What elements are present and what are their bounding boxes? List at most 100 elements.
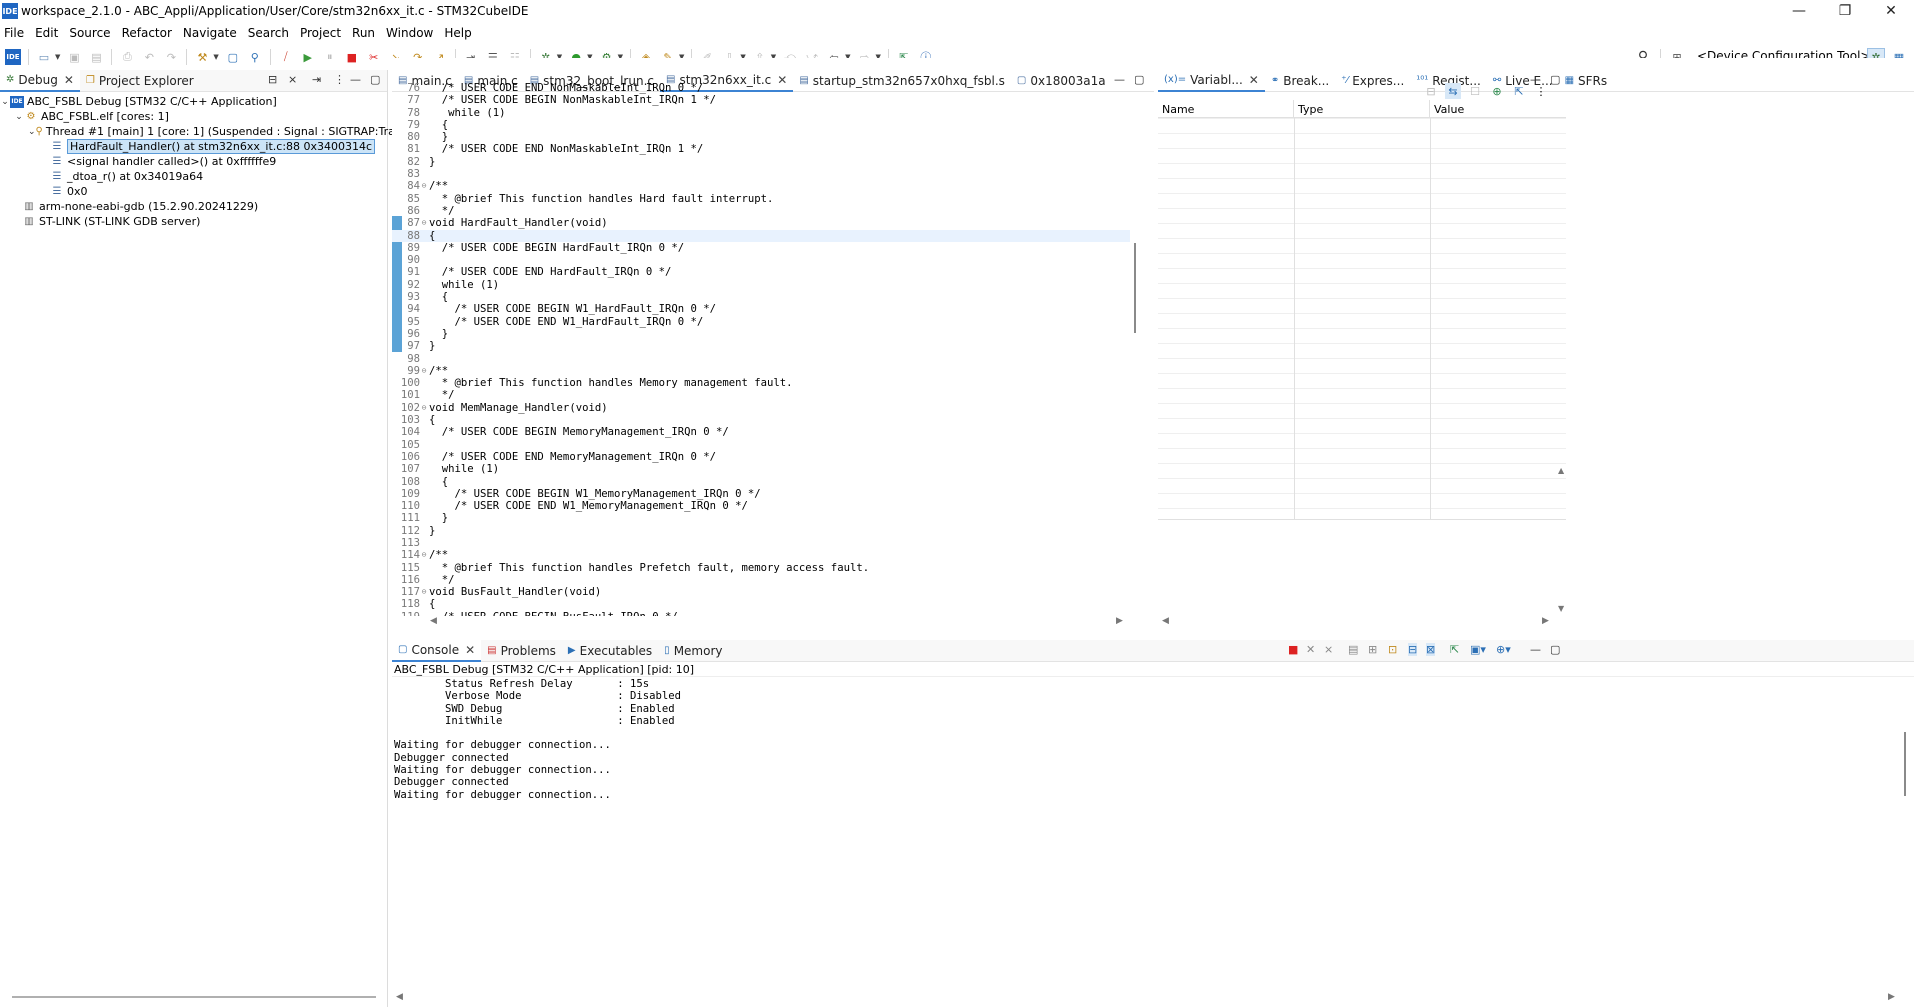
menu-file[interactable]: File: [0, 26, 31, 40]
tab-problems[interactable]: ▤ Problems: [481, 640, 562, 662]
tree-item-elf[interactable]: ⌄ ⚙ ABC_FSBL.elf [cores: 1]: [0, 109, 387, 124]
terminate-icon[interactable]: ■: [1288, 643, 1298, 656]
pin-console-icon[interactable]: ⇱: [1450, 643, 1459, 656]
fold-toggle-icon[interactable]: ⊖: [420, 365, 428, 377]
menu-refactor[interactable]: Refactor: [118, 26, 179, 40]
word-wrap-icon[interactable]: ⊡: [1388, 643, 1397, 656]
view-menu-icon[interactable]: ⋮: [1533, 83, 1549, 99]
code-line[interactable]: 107 while (1): [392, 463, 1130, 475]
code-line[interactable]: 118 {: [392, 598, 1130, 610]
maximize-view-icon[interactable]: ▢: [1134, 73, 1144, 86]
chevron-down-icon[interactable]: ⌄: [14, 112, 24, 122]
open-console-icon[interactable]: ⊕▾: [1496, 643, 1511, 656]
code-line[interactable]: 90: [392, 254, 1130, 266]
print-icon[interactable]: ⎙: [119, 49, 135, 65]
code-line[interactable]: 105: [392, 439, 1130, 451]
code-line[interactable]: 77 /* USER CODE BEGIN NonMaskableInt_IRQ…: [392, 94, 1130, 106]
scroll-up-icon[interactable]: ▲: [1558, 466, 1564, 475]
code-line[interactable]: 81 /* USER CODE END NonMaskableInt_IRQn …: [392, 143, 1130, 155]
suspend-icon[interactable]: ⏸: [322, 49, 338, 65]
show-on-stdout-icon[interactable]: ⊟: [1408, 643, 1418, 656]
code-line[interactable]: 86 */: [392, 205, 1130, 217]
code-line[interactable]: 110 /* USER CODE END W1_MemoryManagement…: [392, 500, 1130, 512]
show-type-names-icon[interactable]: ⇆: [1445, 83, 1461, 99]
disconnect-icon[interactable]: ✂: [366, 49, 382, 65]
code-line[interactable]: 108 {: [392, 476, 1130, 488]
tree-item-frame-signal[interactable]: ☰ <signal handler called>() at 0xffffffe…: [0, 154, 387, 169]
collapse-all-icon[interactable]: ⊟: [268, 73, 277, 86]
console-toggle-icon[interactable]: ▢: [225, 49, 241, 65]
code-line[interactable]: 93 {: [392, 291, 1130, 303]
code-line[interactable]: 101 */: [392, 389, 1130, 401]
menu-help[interactable]: Help: [440, 26, 478, 40]
column-value[interactable]: Value: [1430, 100, 1566, 117]
menu-search[interactable]: Search: [244, 26, 296, 40]
tab-sfrs[interactable]: ▦ SFRs: [1559, 70, 1614, 92]
code-editor[interactable]: 76 /* USER CODE END NonMaskableInt_IRQn …: [392, 82, 1130, 616]
code-line[interactable]: 89 /* USER CODE BEGIN HardFault_IRQn 0 *…: [392, 242, 1130, 254]
remove-all-terminated-icon[interactable]: ⨯: [1324, 643, 1333, 656]
column-name[interactable]: Name: [1158, 100, 1294, 117]
close-icon[interactable]: ✕: [465, 643, 475, 657]
scroll-down-icon[interactable]: ▼: [1558, 604, 1564, 613]
code-line[interactable]: 100 * @brief This function handles Memor…: [392, 377, 1130, 389]
code-line[interactable]: 112}: [392, 525, 1130, 537]
code-line[interactable]: 115 * @brief This function handles Prefe…: [392, 562, 1130, 574]
show-on-stderr-icon[interactable]: ⊠: [1426, 643, 1436, 656]
redo-icon[interactable]: ↷: [163, 49, 179, 65]
fold-toggle-icon[interactable]: ⊖: [420, 586, 428, 598]
code-line[interactable]: 91 /* USER CODE END HardFault_IRQn 0 */: [392, 266, 1130, 278]
code-line[interactable]: 116 */: [392, 574, 1130, 586]
code-line-current[interactable]: 88 {: [392, 229, 1130, 242]
ide-perspective-icon[interactable]: IDE: [5, 49, 21, 65]
minimize-view-icon[interactable]: —: [1530, 643, 1541, 656]
tree-item-frame-hardfault[interactable]: ☰ HardFault_Handler() at stm32n6xx_it.c:…: [0, 139, 387, 154]
save-icon[interactable]: ▣: [66, 49, 82, 65]
minimize-view-icon[interactable]: —: [350, 73, 361, 86]
code-line[interactable]: 104 /* USER CODE BEGIN MemoryManagement_…: [392, 426, 1130, 438]
code-line[interactable]: 85 * @brief This function handles Hard f…: [392, 193, 1130, 205]
code-line[interactable]: 111 }: [392, 512, 1130, 524]
fold-toggle-icon[interactable]: ⊖: [420, 549, 428, 561]
skip-breakpoints-icon[interactable]: ⧸: [278, 49, 294, 65]
search-toggle-icon[interactable]: ⚲: [247, 49, 263, 65]
code-line[interactable]: 92 while (1): [392, 279, 1130, 291]
code-line[interactable]: 94 /* USER CODE BEGIN W1_HardFault_IRQn …: [392, 303, 1130, 315]
add-global-icon[interactable]: ⊕: [1489, 83, 1505, 99]
terminate-icon[interactable]: ■: [344, 49, 360, 65]
code-line[interactable]: 78 while (1): [392, 107, 1130, 119]
code-line[interactable]: 97}: [392, 340, 1130, 352]
code-line[interactable]: 106 /* USER CODE END MemoryManagement_IR…: [392, 451, 1130, 463]
new-dropdown-icon[interactable]: ▼: [55, 53, 60, 61]
tree-item-thread[interactable]: ⌄ ⚲ Thread #1 [main] 1 [core: 1] (Suspen…: [0, 124, 501, 139]
maximize-view-icon[interactable]: ▢: [1550, 643, 1560, 656]
undo-icon[interactable]: ↶: [141, 49, 157, 65]
code-line[interactable]: 80 }: [392, 131, 1130, 143]
scroll-lock-icon[interactable]: ⊞: [1368, 643, 1377, 656]
code-line[interactable]: 87 ⊖ void HardFault_Handler(void): [392, 217, 1130, 229]
close-icon[interactable]: ✕: [64, 73, 74, 87]
maximize-view-icon[interactable]: ▢: [370, 73, 380, 86]
console-vertical-scrollbar[interactable]: [1904, 732, 1906, 796]
fold-toggle-icon[interactable]: ⊖: [420, 217, 428, 229]
code-line[interactable]: 76 /* USER CODE END NonMaskableInt_IRQn …: [392, 82, 1130, 94]
menu-navigate[interactable]: Navigate: [179, 26, 244, 40]
scroll-left-icon[interactable]: ◀: [1162, 616, 1169, 626]
tree-item-gdb[interactable]: ▥ arm-none-eabi-gdb (15.2.90.20241229): [0, 199, 387, 214]
resume-icon[interactable]: ▶: [300, 49, 316, 65]
code-line[interactable]: 103 {: [392, 414, 1130, 426]
scroll-right-icon[interactable]: ▶: [1888, 992, 1895, 1002]
select-all-icon[interactable]: ☐: [1467, 83, 1483, 99]
menu-run[interactable]: Run: [348, 26, 382, 40]
scroll-right-icon[interactable]: ▶: [1116, 616, 1123, 626]
clear-console-icon[interactable]: ▤: [1348, 643, 1358, 656]
code-line[interactable]: 114 ⊖/**: [392, 549, 1130, 561]
code-line[interactable]: 102 ⊖ void MemManage_Handler(void): [392, 402, 1130, 414]
fold-toggle-icon[interactable]: ⊖: [420, 402, 428, 414]
code-line[interactable]: 109 /* USER CODE BEGIN W1_MemoryManageme…: [392, 488, 1130, 500]
view-menu-icon[interactable]: ⋮: [334, 73, 345, 86]
code-line[interactable]: 84 ⊖/**: [392, 180, 1130, 192]
close-window-button[interactable]: ✕: [1868, 0, 1914, 22]
tab-executables[interactable]: ▶ Executables: [562, 640, 658, 662]
step-filters-icon[interactable]: ⇥: [312, 73, 321, 86]
